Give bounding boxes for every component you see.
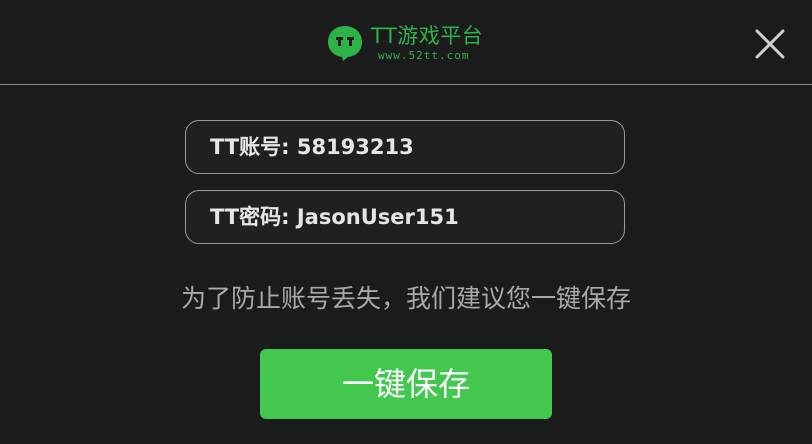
account-field[interactable]: TT账号: 58193213 [185,120,625,174]
password-value: JasonUser151 [296,205,459,229]
password-field[interactable]: TT密码: JasonUser151 [185,190,625,244]
logo-title: TT游戏平台 [371,24,484,48]
account-label: TT账号: [210,135,290,159]
save-account-dialog: TT游戏平台 www.52tt.com TT账号: 58193213 TT密码:… [0,0,812,444]
one-click-save-button[interactable]: 一键保存 [260,349,552,419]
password-label: TT密码: [210,205,290,229]
save-hint-text: 为了防止账号丢失，我们建议您一键保存 [180,284,631,313]
dialog-header: TT游戏平台 www.52tt.com [0,0,812,85]
logo-url: www.52tt.com [378,49,470,62]
account-value: 58193213 [296,135,414,159]
close-icon [755,29,785,59]
tt-logo: TT游戏平台 www.52tt.com [326,22,496,66]
tt-bubble-icon [328,26,362,61]
close-button[interactable] [752,26,788,62]
